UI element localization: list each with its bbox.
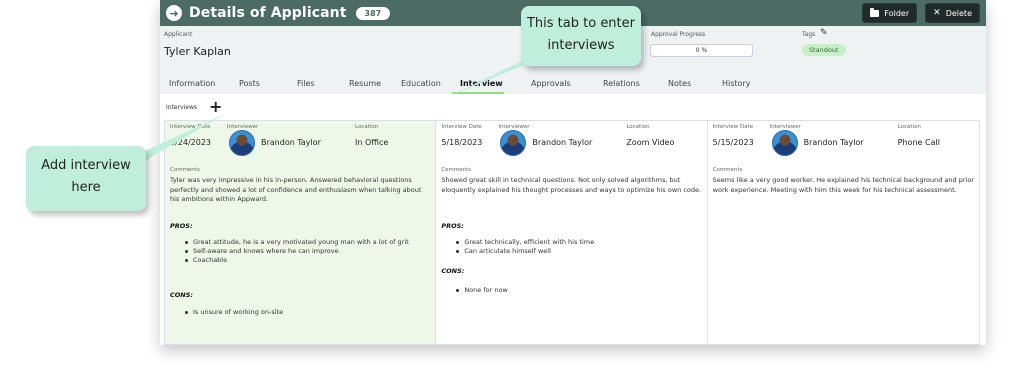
approval-progress-label: Approval Progress	[651, 31, 706, 38]
folder-icon	[870, 7, 880, 17]
delete-button[interactable]: ✕ Delete	[925, 3, 980, 23]
close-icon: ✕	[933, 8, 941, 18]
interviews-panel: Interviews + Interview Date Interviewer …	[160, 94, 986, 345]
list-item: Can articulate himself well	[456, 247, 696, 256]
comments-label: Comments	[441, 167, 472, 173]
folder-button[interactable]: Folder	[862, 3, 918, 23]
location-label: Location	[626, 124, 650, 130]
applicant-label: Applicant	[164, 31, 193, 38]
pros-list: Great attitude, he is a very motivated y…	[185, 238, 425, 265]
approval-progress-field: 0 %	[650, 44, 753, 57]
list-item: Great attitude, he is a very motivated y…	[185, 238, 425, 247]
tab-tip-callout: This tab to enter interviews	[521, 6, 641, 66]
location-label: Location	[355, 124, 379, 130]
list-item: Self-aware and knows where he can improv…	[185, 247, 425, 256]
tab-notes[interactable]: Notes	[668, 79, 691, 88]
list-item: Is unsure of working on-site	[185, 308, 425, 317]
pencil-icon[interactable]: ✎	[820, 28, 828, 38]
cons-list: None for now	[456, 286, 696, 295]
avatar	[500, 130, 527, 156]
interview-location: Zoom Video	[626, 138, 675, 147]
tab-relations[interactable]: Relations	[603, 79, 640, 88]
tab-posts[interactable]: Posts	[239, 79, 260, 88]
tab-files[interactable]: Files	[297, 79, 315, 88]
window-title: Details of Applicant	[189, 5, 347, 21]
add-tip-callout: Add interview here	[26, 146, 146, 211]
interview-date: 5/15/2023	[712, 138, 754, 147]
arrow-right-icon[interactable]: ➜	[166, 5, 182, 21]
location-label: Location	[897, 124, 921, 130]
tab-information[interactable]: Information	[169, 79, 215, 88]
interview-cards: Interview Date Interviewer Location 5/24…	[164, 120, 980, 345]
cons-list: Is unsure of working on-site	[185, 308, 425, 317]
pros-heading: PROS:	[170, 222, 193, 230]
tab-resume[interactable]: Resume	[349, 79, 381, 88]
avatar	[229, 130, 255, 156]
interviewer-name: Brandon Taylor	[803, 138, 864, 147]
list-item: None for now	[456, 286, 696, 295]
interview-location: In Office	[355, 138, 389, 147]
applicant-id-badge: 387	[355, 6, 391, 20]
tag-badge[interactable]: Standout	[802, 44, 846, 56]
interview-date-label: Interview Date	[441, 124, 482, 130]
comments-label: Comments	[712, 167, 743, 173]
interview-card[interactable]: Interview Date Interviewer Location 5/18…	[436, 121, 708, 344]
interview-comments: Tyler was very impressive in his in-pers…	[170, 176, 422, 203]
list-item: Coachable	[185, 256, 425, 265]
interviewer-name: Brandon Taylor	[261, 138, 321, 147]
list-item: Great technically, efficient with his ti…	[456, 238, 696, 247]
interviewer-name: Brandon Taylor	[532, 138, 593, 147]
stage: ➜ Details of Applicant 387 Folder ✕ Dele…	[0, 0, 1024, 379]
tab-history[interactable]: History	[722, 79, 750, 88]
interview-location: Phone Call	[897, 138, 940, 147]
interview-comments: Seems like a very good worker. He explai…	[712, 176, 974, 194]
applicant-name[interactable]: Tyler Kaplan	[164, 45, 231, 58]
avatar	[771, 130, 798, 156]
pros-list: Great technically, efficient with his ti…	[456, 238, 696, 256]
cons-heading: CONS:	[170, 291, 194, 299]
delete-button-label: Delete	[945, 8, 972, 18]
tab-bar: Information Posts Files Resume Education…	[160, 76, 986, 94]
pros-heading: PROS:	[441, 222, 464, 230]
cons-heading: CONS:	[441, 267, 465, 275]
interview-card[interactable]: Interview Date Interviewer Location 5/15…	[708, 121, 979, 344]
interview-date: 5/18/2023	[441, 138, 483, 147]
folder-button-label: Folder	[884, 8, 910, 18]
interview-date-label: Interview Date	[712, 124, 754, 130]
tab-education[interactable]: Education	[401, 79, 441, 88]
tags-label: Tags	[802, 31, 816, 38]
interview-comments: Showed great skill in technical question…	[441, 176, 702, 194]
